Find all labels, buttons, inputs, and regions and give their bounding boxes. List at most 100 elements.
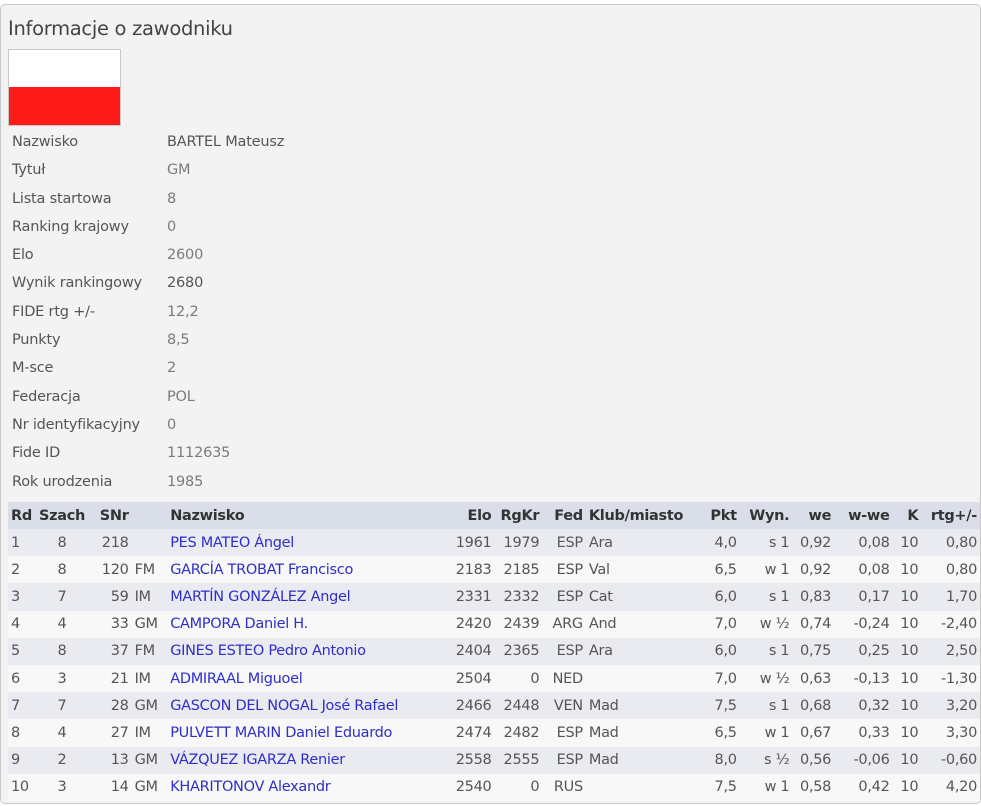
table-cell: 8	[8, 719, 36, 747]
info-value: 1985	[167, 473, 204, 490]
table-cell: 0,56	[792, 746, 835, 774]
opponent-name-link[interactable]: GINES ESTEO Pedro Antonio	[167, 637, 444, 665]
table-cell: 2	[35, 746, 89, 774]
table-cell: ESP	[542, 529, 586, 557]
table-cell: 6,5	[701, 556, 740, 584]
table-cell: 8	[35, 529, 89, 557]
table-cell: s 1	[739, 583, 793, 611]
info-value: 2680	[167, 275, 204, 292]
table-cell: ESP	[542, 719, 586, 747]
table-cell: Cat	[585, 583, 702, 611]
info-row: M-sce 2	[12, 356, 284, 384]
table-cell	[585, 664, 702, 693]
table-cell: Mad	[585, 719, 702, 747]
info-label: Fide ID	[12, 445, 61, 462]
table-cell: -0,60	[921, 746, 980, 774]
opponent-name-link[interactable]: CAMPORA Daniel H.	[167, 610, 444, 638]
table-cell: GM	[131, 773, 168, 801]
table-cell: 4	[8, 610, 36, 638]
info-label: Punkty	[12, 332, 61, 349]
table-cell: 2185	[494, 556, 543, 584]
info-value: 8	[167, 190, 177, 207]
table-row: 7 7 28 GM GASCON DEL NOGAL José Rafael 2466 24…	[8, 692, 980, 720]
table-cell: 3	[35, 664, 89, 693]
table-cell: 4,20	[921, 773, 980, 801]
table-cell: 13	[88, 746, 132, 774]
info-label: Wynik rankingowy	[12, 275, 142, 292]
opponent-name-link[interactable]: PULVETT MARIN Daniel Eduardo	[167, 719, 444, 747]
table-cell: 37	[88, 637, 132, 665]
table-cell: ESP	[542, 637, 586, 665]
table-cell: 5	[8, 637, 36, 665]
table-cell: 0,74	[792, 610, 835, 638]
info-row: Fide ID 1112635	[12, 441, 284, 469]
table-cell: 0,68	[792, 692, 835, 720]
info-value: GM	[167, 162, 191, 179]
table-cell: 27	[88, 719, 132, 747]
table-cell: 218	[88, 529, 132, 557]
table-cell: GM	[131, 746, 168, 774]
info-value: POL	[167, 388, 195, 405]
table-cell: 2332	[494, 583, 543, 611]
table-cell: 1	[8, 529, 36, 557]
info-label: M-sce	[12, 360, 54, 377]
table-cell: 8	[35, 637, 89, 665]
table-cell: 7	[8, 692, 36, 720]
table-cell: 2482	[494, 719, 543, 747]
table-cell: 7,5	[701, 692, 740, 720]
table-cell: NED	[542, 664, 586, 693]
info-row: Tytuł GM	[12, 158, 284, 186]
table-cell: 1979	[494, 529, 543, 557]
table-cell: w 1	[739, 719, 793, 747]
opponent-name-link[interactable]: PES MATEO Ángel	[167, 529, 444, 557]
opponent-name-link[interactable]: ADMIRAAL Miguoel	[167, 664, 444, 693]
table-cell: 0,80	[921, 556, 980, 584]
opponent-name-link[interactable]: GASCON DEL NOGAL José Rafael	[167, 692, 444, 720]
opponent-name-link[interactable]: GARCÍA TROBAT Francisco	[167, 556, 444, 584]
opponent-name-link[interactable]: MARTÍN GONZÁLEZ Angel	[167, 583, 444, 611]
table-cell: s ½	[739, 746, 793, 774]
table-cell: 2504	[443, 664, 495, 693]
info-row: Lista startowa 8	[12, 187, 284, 215]
column-header: w-we	[834, 502, 893, 529]
opponent-name-link[interactable]: VÁZQUEZ IGARZA Renier	[167, 746, 444, 774]
table-cell: 6,0	[701, 637, 740, 665]
opponent-name-link[interactable]: KHARITONOV Alexandr	[167, 773, 444, 801]
table-cell: 2404	[443, 637, 495, 665]
table-cell: ESP	[542, 583, 586, 611]
table-cell: FM	[131, 556, 168, 584]
info-row: FIDE rtg +/- 12,2	[12, 300, 284, 328]
info-label: Tytuł	[12, 162, 46, 179]
info-row: Nr identyfikacyjny 0	[12, 413, 284, 441]
info-row: Rok urodzenia 1985	[12, 470, 284, 498]
table-cell: Val	[585, 556, 702, 584]
table-cell: GM	[131, 610, 168, 638]
table-cell: 0,67	[792, 719, 835, 747]
games-table: Rd Szach SNr Nazwisko Elo RgKr Fed Klub/miasto P…	[8, 502, 980, 801]
table-cell: 3	[35, 773, 89, 801]
info-label: Ranking krajowy	[12, 218, 129, 235]
table-cell: 0	[494, 664, 543, 693]
info-label: Nr identyfikacyjny	[12, 416, 140, 433]
info-value: 0	[167, 416, 177, 433]
table-cell: 14	[88, 773, 132, 801]
page-title: Informacje o zawodniku	[8, 17, 233, 40]
info-label: Rok urodzenia	[12, 473, 113, 490]
table-cell: 0,80	[921, 529, 980, 557]
table-cell: 10	[892, 583, 922, 611]
table-cell: 0,17	[834, 583, 893, 611]
table-cell: 7,5	[701, 773, 740, 801]
table-cell: s 1	[739, 692, 793, 720]
info-value: BARTEL Mateusz	[167, 134, 285, 150]
info-value: 2	[167, 360, 177, 377]
table-cell: w ½	[739, 610, 793, 638]
table-row: 9 2 13 GM VÁZQUEZ IGARZA Renier 2558 2555 ESP Ma…	[8, 746, 980, 774]
info-row: Federacja POL	[12, 385, 284, 413]
table-cell: ESP	[542, 556, 586, 584]
table-cell: 8	[35, 556, 89, 584]
table-cell: 0,58	[792, 773, 835, 801]
info-label: Federacja	[12, 388, 81, 405]
info-label: Lista startowa	[12, 190, 112, 207]
table-cell: IM	[131, 664, 168, 693]
table-row: 1 8 218 PES MATEO Ángel 1961 1979 ESP Ara 4,0 s 1…	[8, 529, 980, 557]
